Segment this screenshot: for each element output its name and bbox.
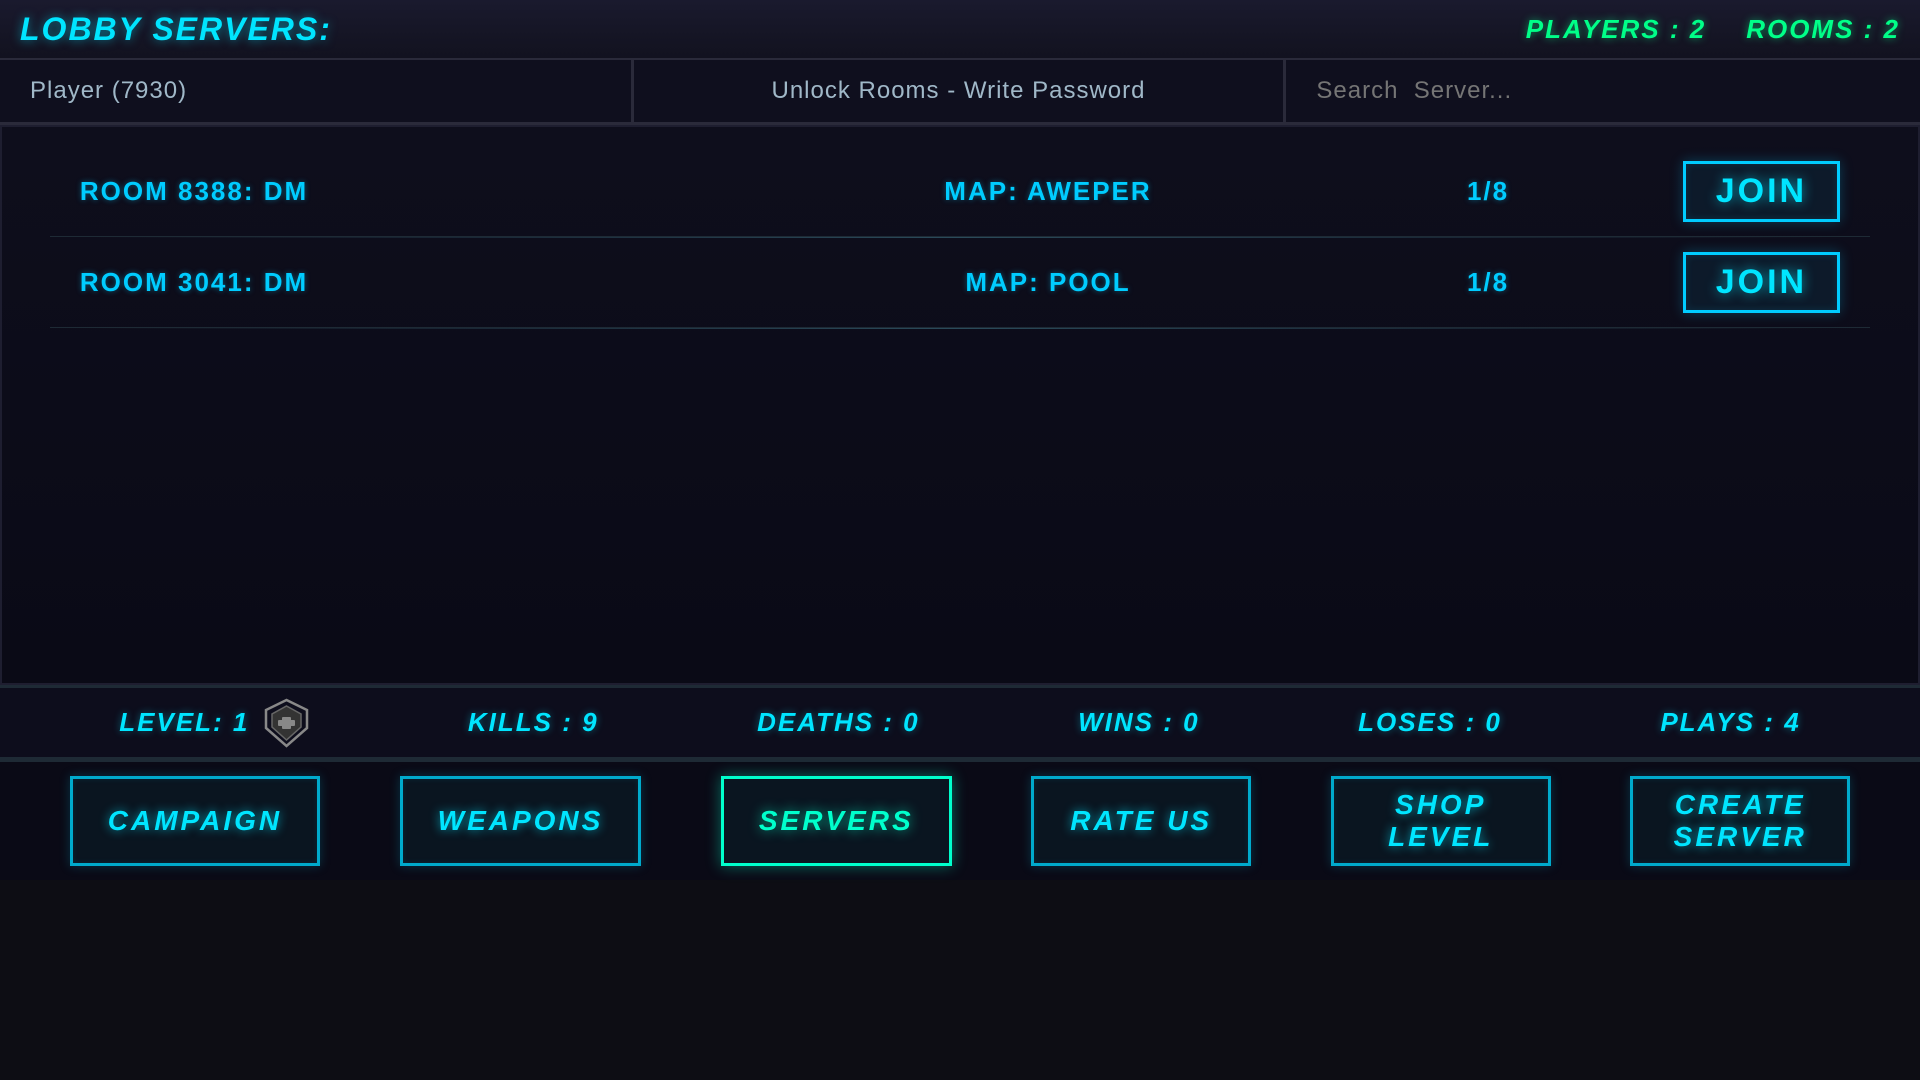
plays-label: PLAYS : 4 bbox=[1660, 707, 1800, 738]
search-input[interactable] bbox=[1286, 60, 1920, 122]
main-content: ROOM 8388: DM MAP: AWEPER 1/8 JOIN ROOM … bbox=[0, 125, 1920, 685]
level-label: LEVEL: 1 bbox=[119, 707, 249, 738]
header: LOBBY SERVERS: PLAYERS : 2 ROOMS : 2 bbox=[0, 0, 1920, 60]
plays-stat: PLAYS : 4 bbox=[1660, 707, 1800, 738]
room-list: ROOM 8388: DM MAP: AWEPER 1/8 JOIN ROOM … bbox=[50, 147, 1870, 329]
player-input[interactable] bbox=[0, 60, 370, 122]
weapons-button[interactable]: WEAPONS bbox=[400, 776, 642, 866]
wins-label: WINS : 0 bbox=[1078, 707, 1199, 738]
bottom-nav: CAMPAIGN WEAPONS SERVERS RATE US SHOP LE… bbox=[0, 760, 1920, 880]
loses-stat: LOSES : 0 bbox=[1358, 707, 1502, 738]
lobby-title: LOBBY SERVERS: bbox=[20, 11, 332, 48]
shop-level-button[interactable]: SHOP LEVEL bbox=[1331, 776, 1551, 866]
unlock-input[interactable] bbox=[634, 60, 1284, 122]
room-map-2: MAP: POOL bbox=[696, 267, 1400, 298]
rooms-count: ROOMS : 2 bbox=[1746, 14, 1900, 45]
room-players-2: 1/8 bbox=[1400, 267, 1576, 298]
shield-icon bbox=[264, 698, 309, 748]
loses-label: LOSES : 0 bbox=[1358, 707, 1502, 738]
search-input-container bbox=[1286, 60, 1920, 122]
kills-stat: KILLS : 9 bbox=[468, 707, 599, 738]
header-stats: PLAYERS : 2 ROOMS : 2 bbox=[1526, 14, 1900, 45]
player-input-container bbox=[0, 60, 634, 122]
table-row: ROOM 3041: DM MAP: POOL 1/8 JOIN bbox=[50, 238, 1870, 328]
room-players-1: 1/8 bbox=[1400, 176, 1576, 207]
join-button-1[interactable]: JOIN bbox=[1683, 161, 1840, 222]
servers-button[interactable]: SERVERS bbox=[721, 776, 952, 866]
level-stat: LEVEL: 1 bbox=[119, 698, 309, 748]
rate-us-button[interactable]: RATE US bbox=[1031, 776, 1251, 866]
room-name-2: ROOM 3041: DM bbox=[80, 267, 696, 298]
players-count: PLAYERS : 2 bbox=[1526, 14, 1706, 45]
join-button-2[interactable]: JOIN bbox=[1683, 252, 1840, 313]
table-row: ROOM 8388: DM MAP: AWEPER 1/8 JOIN bbox=[50, 147, 1870, 237]
deaths-label: DEATHS : 0 bbox=[757, 707, 920, 738]
room-map-1: MAP: AWEPER bbox=[696, 176, 1400, 207]
stats-bar: LEVEL: 1 KILLS : 9 DEATHS : 0 WINS : 0 L… bbox=[0, 685, 1920, 760]
wins-stat: WINS : 0 bbox=[1078, 707, 1199, 738]
deaths-stat: DEATHS : 0 bbox=[757, 707, 920, 738]
campaign-button[interactable]: CAMPAIGN bbox=[70, 776, 320, 866]
unlock-input-container bbox=[634, 60, 1287, 122]
create-server-button[interactable]: CREATE SERVER bbox=[1630, 776, 1850, 866]
room-divider-2 bbox=[95, 328, 1824, 329]
input-row bbox=[0, 60, 1920, 125]
kills-label: KILLS : 9 bbox=[468, 707, 599, 738]
room-name-1: ROOM 8388: DM bbox=[80, 176, 696, 207]
